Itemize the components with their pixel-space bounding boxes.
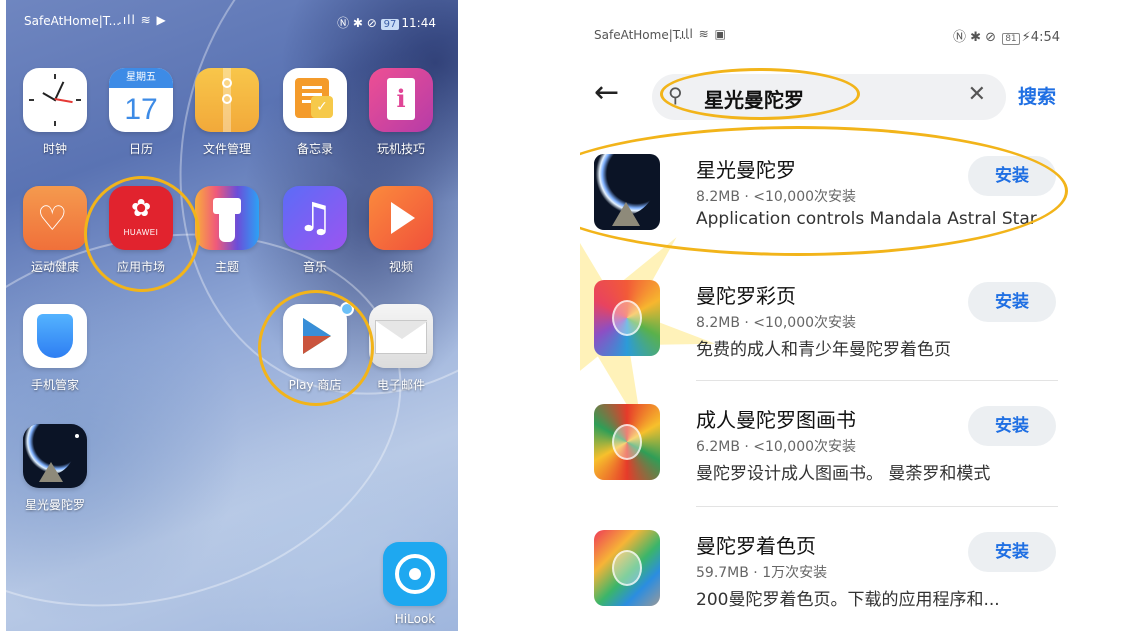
- app-thumbnail-mandala-book-icon: [594, 404, 660, 480]
- app-label: HiLook: [394, 612, 436, 626]
- app-label: 玩机技巧: [376, 142, 425, 156]
- composite-screenshot: SafeAtHome|T... .ıll ≋ ▶ Ⓝ ✱ ⊘ 97 11:44 时…: [0, 0, 1122, 631]
- app-phone-manager[interactable]: 手机管家: [12, 304, 98, 393]
- app-music[interactable]: ♫ 音乐: [272, 186, 358, 275]
- battery-icon: 97: [380, 19, 400, 30]
- notes-icon: ✓: [283, 68, 347, 132]
- astral-moon-icon: [23, 424, 87, 488]
- tips-icon: i: [369, 68, 433, 132]
- music-note-icon: ♫: [283, 186, 347, 250]
- search-result-item[interactable]: 曼陀罗彩页 8.2MB · <10,000次安装 免费的成人和青少年曼陀罗着色页…: [580, 280, 1080, 400]
- highlight-ellipse-search: [660, 68, 860, 120]
- app-hilook[interactable]: HiLook: [372, 542, 458, 626]
- app-clock[interactable]: 时钟: [12, 68, 98, 157]
- app-label: 主题: [214, 260, 239, 274]
- search-result-item[interactable]: 曼陀罗着色页 59.7MB · 1万次安装 200曼陀罗着色页。下载的应用程序和…: [580, 530, 1080, 631]
- app-label: 电子邮件: [376, 378, 425, 392]
- app-thumbnail-mandala-icon: [594, 280, 660, 356]
- health-heart-icon: ♡: [23, 186, 87, 250]
- app-notes[interactable]: ✓ 备忘录: [272, 68, 358, 157]
- app-thumbnail-coloring-icon: [594, 530, 660, 606]
- clear-icon[interactable]: ✕: [968, 82, 986, 107]
- app-video[interactable]: 视频: [358, 186, 444, 275]
- install-button[interactable]: 安装: [968, 532, 1056, 572]
- app-description: 曼陀罗设计成人图画书。 曼荼罗和模式: [696, 464, 991, 484]
- highlight-circle-app-gallery: [84, 176, 200, 292]
- files-icon: [195, 68, 259, 132]
- divider: [696, 380, 1058, 381]
- calendar-icon: 星期五 17: [109, 68, 173, 132]
- battery-icon: 81: [1002, 33, 1020, 45]
- home-screen: SafeAtHome|T... .ıll ≋ ▶ Ⓝ ✱ ⊘ 97 11:44 时…: [6, 0, 458, 631]
- status-right: Ⓝ ✱ ⊘ 81 ⚡4:54: [953, 30, 1060, 45]
- signal-wifi-icons: .ıll ≋ ▶: [118, 13, 167, 27]
- mail-envelope-icon: [369, 304, 433, 368]
- app-label: 手机管家: [30, 378, 79, 392]
- app-label: 备忘录: [296, 142, 333, 156]
- status-bar: SafeAtHome|T... .ıll ≋ ▶ Ⓝ ✱ ⊘ 97 11:44: [6, 0, 458, 44]
- app-meta: 8.2MB · <10,000次安装: [696, 315, 857, 331]
- install-button[interactable]: 安装: [968, 282, 1056, 322]
- theme-brush-icon: [195, 186, 259, 250]
- app-meta: 59.7MB · 1万次安装: [696, 565, 828, 581]
- install-button[interactable]: 安装: [968, 406, 1056, 446]
- app-meta: 6.2MB · <10,000次安装: [696, 439, 857, 455]
- app-astral-mandala[interactable]: 星光曼陀罗: [12, 424, 98, 513]
- highlight-circle-play-store: [258, 290, 374, 406]
- app-label: 文件管理: [202, 142, 251, 156]
- app-description: 免费的成人和青少年曼陀罗着色页: [696, 340, 951, 360]
- app-label: 星光曼陀罗: [24, 498, 85, 512]
- app-tips[interactable]: i 玩机技巧: [358, 68, 444, 157]
- carrier-text: SafeAtHome|T...: [24, 14, 121, 28]
- app-name: 成人曼陀罗图画书: [696, 408, 856, 432]
- app-calendar[interactable]: 星期五 17 日历: [98, 68, 184, 157]
- back-arrow-icon[interactable]: ←: [594, 78, 619, 108]
- calendar-weekday: 星期五: [109, 68, 173, 88]
- app-name: 曼陀罗彩页: [696, 284, 796, 308]
- clock-time: 11:44: [401, 16, 436, 30]
- app-label: 视频: [388, 260, 413, 274]
- search-button[interactable]: 搜索: [1018, 82, 1056, 109]
- clock-icon: [23, 68, 87, 132]
- clock-time: 4:54: [1030, 30, 1060, 45]
- app-label: 音乐: [302, 260, 327, 274]
- app-store-search-screen: ✶ SafeAtHome|T... .ıll ≋ ▣ Ⓝ ✱ ⊘ 81 ⚡4:54…: [580, 0, 1080, 631]
- app-label: 运动健康: [30, 260, 79, 274]
- app-description: 200曼陀罗着色页。下载的应用程序和...: [696, 590, 1000, 610]
- app-name: 曼陀罗着色页: [696, 534, 816, 558]
- hilook-camera-icon: [383, 542, 447, 606]
- app-files[interactable]: 文件管理: [184, 68, 270, 157]
- shield-icon: [23, 304, 87, 368]
- signal-wifi-icons: .ıll ≋ ▣: [676, 27, 727, 41]
- video-play-icon: [369, 186, 433, 250]
- app-label: 时钟: [42, 142, 67, 156]
- status-bar: SafeAtHome|T... .ıll ≋ ▣ Ⓝ ✱ ⊘ 81 ⚡4:54: [580, 0, 1080, 60]
- search-bar-row: ← ⚲ 星光曼陀罗 ✕ 搜索: [580, 68, 1080, 122]
- status-right: Ⓝ ✱ ⊘ 97 11:44: [337, 16, 436, 30]
- divider: [696, 506, 1058, 507]
- calendar-day: 17: [124, 93, 158, 126]
- app-label: 日历: [128, 142, 153, 156]
